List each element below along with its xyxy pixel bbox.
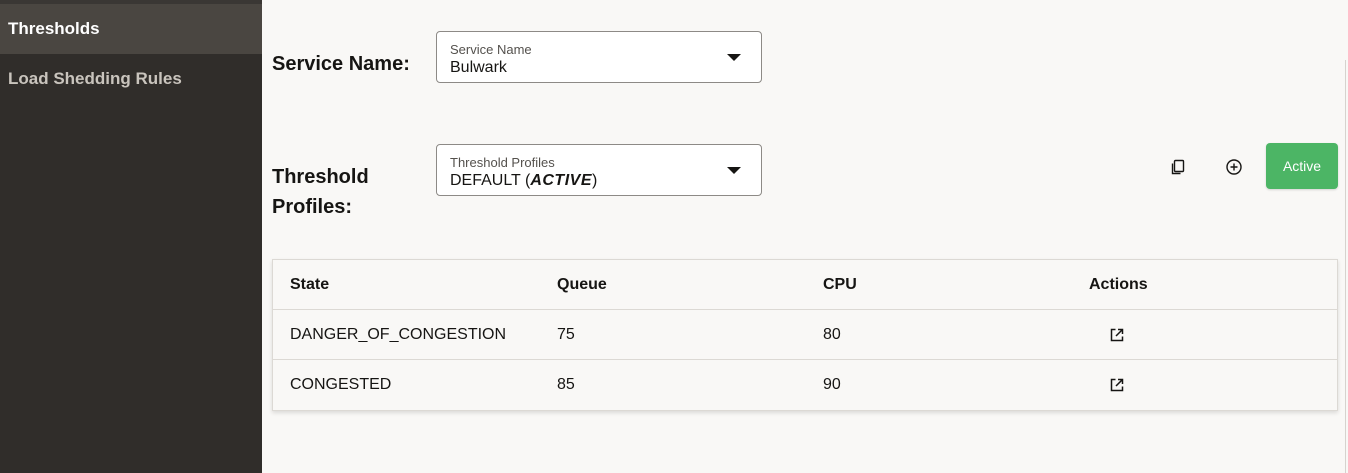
column-header-state[interactable]: State <box>290 260 329 310</box>
table-row: DANGER_OF_CONGESTION 75 80 <box>273 310 1337 360</box>
copy-profile-button[interactable] <box>1166 155 1190 179</box>
sidebar: Thresholds Load Shedding Rules <box>0 0 262 473</box>
service-name-label: Service Name: <box>272 53 410 75</box>
cell-queue: 75 <box>557 326 575 343</box>
threshold-profiles-label-line2: Profiles: <box>272 196 353 218</box>
column-header-actions: Actions <box>1089 276 1148 293</box>
sidebar-item-label: Load Shedding Rules <box>8 69 182 88</box>
cell-state: CONGESTED <box>290 376 392 393</box>
cell-cpu: 80 <box>823 326 841 343</box>
open-external-icon <box>1110 378 1124 392</box>
service-name-select[interactable]: Service Name Bulwark <box>436 31 762 83</box>
scrollbar-edge <box>1345 60 1346 473</box>
chevron-down-icon <box>727 54 741 61</box>
cell-state: DANGER_OF_CONGESTION <box>290 326 507 343</box>
sidebar-item-load-shedding-rules[interactable]: Load Shedding Rules <box>0 54 262 104</box>
select-value-active-status: ACTIVE <box>530 172 592 189</box>
threshold-profiles-label-line1: Threshold <box>272 166 369 188</box>
select-value-suffix: ) <box>591 172 598 189</box>
add-profile-button[interactable] <box>1222 155 1246 179</box>
chevron-down-icon <box>727 167 741 174</box>
sidebar-item-thresholds[interactable]: Thresholds <box>0 4 262 54</box>
edit-row-button[interactable] <box>1105 360 1129 410</box>
copy-icon <box>1171 159 1185 175</box>
active-button[interactable]: Active <box>1266 143 1338 189</box>
threshold-profiles-label: Threshold Profiles: <box>272 162 369 222</box>
table-header-row: State Queue CPU Actions <box>273 260 1337 310</box>
threshold-profiles-select-value: DEFAULT (ACTIVE) <box>450 172 597 190</box>
table-row: CONGESTED 85 90 <box>273 360 1337 410</box>
main-content: Service Name: Service Name Bulwark Thres… <box>262 0 1348 473</box>
threshold-profiles-select-caption: Threshold Profiles <box>450 155 555 170</box>
add-circle-icon <box>1226 159 1242 175</box>
cell-cpu: 90 <box>823 376 841 393</box>
threshold-profiles-select[interactable]: Threshold Profiles DEFAULT (ACTIVE) <box>436 144 762 196</box>
open-external-icon <box>1110 328 1124 342</box>
column-header-queue[interactable]: Queue <box>557 260 607 310</box>
thresholds-table: State Queue CPU Actions DANGER_OF_CONGES… <box>272 259 1338 411</box>
service-name-select-caption: Service Name <box>450 42 532 57</box>
sidebar-item-label: Thresholds <box>8 19 100 38</box>
cell-queue: 85 <box>557 376 575 393</box>
edit-row-button[interactable] <box>1105 310 1129 360</box>
select-value-prefix: DEFAULT ( <box>450 172 531 189</box>
service-name-select-value: Bulwark <box>450 59 507 76</box>
app-window: Thresholds Load Shedding Rules Service N… <box>0 0 1348 473</box>
column-header-cpu[interactable]: CPU <box>823 260 857 310</box>
